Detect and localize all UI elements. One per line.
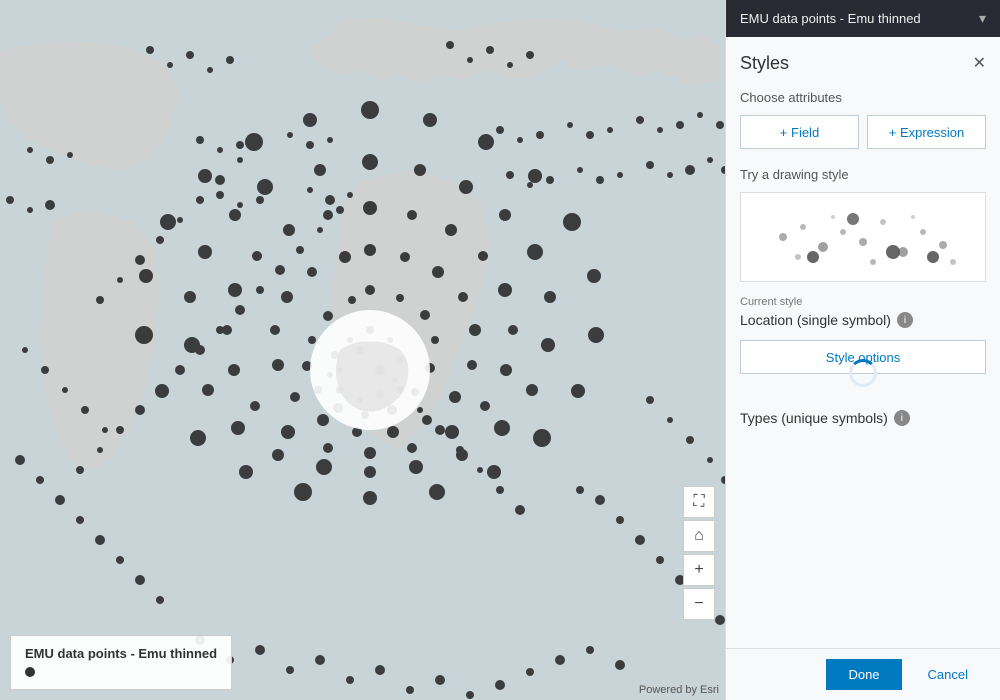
styles-section-header: Styles ✕ — [740, 53, 986, 74]
legend-title: EMU data points - Emu thinned — [25, 646, 217, 661]
home-button[interactable]: ⌂ — [683, 520, 715, 552]
legend-item — [25, 667, 217, 677]
close-button[interactable]: ✕ — [973, 56, 986, 72]
info-icon[interactable]: i — [897, 312, 913, 328]
add-expression-button[interactable]: + Expression — [867, 115, 986, 149]
legend-dot — [25, 667, 35, 677]
add-field-button[interactable]: + Field — [740, 115, 859, 149]
zoom-in-button[interactable]: + — [683, 554, 715, 586]
types-info-icon[interactable]: i — [894, 410, 910, 426]
location-symbol-label: Location (single symbol) i — [740, 312, 986, 328]
drawing-style-label: Try a drawing style — [740, 167, 986, 182]
styles-title-text: Styles — [740, 53, 789, 74]
home-icon: ⌂ — [694, 527, 704, 545]
current-style-label: Current style — [740, 296, 986, 308]
chevron-down-icon[interactable]: ▾ — [979, 10, 986, 27]
panel-footer: Done Cancel — [726, 648, 1000, 700]
plus-icon: + — [694, 561, 703, 579]
legend-overlay: EMU data points - Emu thinned — [10, 635, 232, 690]
minus-icon: − — [694, 595, 703, 613]
panel-header: EMU data points - Emu thinned ▾ — [726, 0, 1000, 37]
loading-spinner — [849, 359, 877, 387]
powered-by-label: Powered by Esri — [639, 684, 719, 696]
screen-icon: ⛶ — [693, 493, 704, 511]
location-symbol-text: Location (single symbol) — [740, 312, 891, 328]
map-area[interactable]: EMU data points - Emu thinned Powered by… — [0, 0, 725, 700]
panel-header-title: EMU data points - Emu thinned — [740, 11, 921, 26]
zoom-out-button[interactable]: − — [683, 588, 715, 620]
panel-body: Styles ✕ Choose attributes + Field + Exp… — [726, 37, 1000, 648]
types-section: Types (unique symbols) i — [740, 410, 986, 426]
types-label-text: Types (unique symbols) — [740, 410, 888, 426]
style-options-button[interactable]: Style options — [740, 340, 986, 374]
right-panel: EMU data points - Emu thinned ▾ Styles ✕… — [725, 0, 1000, 700]
map-tools: ⛶ ⌂ + − — [683, 486, 715, 620]
drawing-style-preview[interactable] — [740, 192, 986, 282]
cancel-button[interactable]: Cancel — [910, 659, 986, 690]
done-button[interactable]: Done — [826, 659, 901, 690]
choose-attributes-label: Choose attributes — [740, 90, 986, 105]
types-label: Types (unique symbols) i — [740, 410, 986, 426]
fullscreen-button[interactable]: ⛶ — [683, 486, 715, 518]
attributes-buttons: + Field + Expression — [740, 115, 986, 149]
